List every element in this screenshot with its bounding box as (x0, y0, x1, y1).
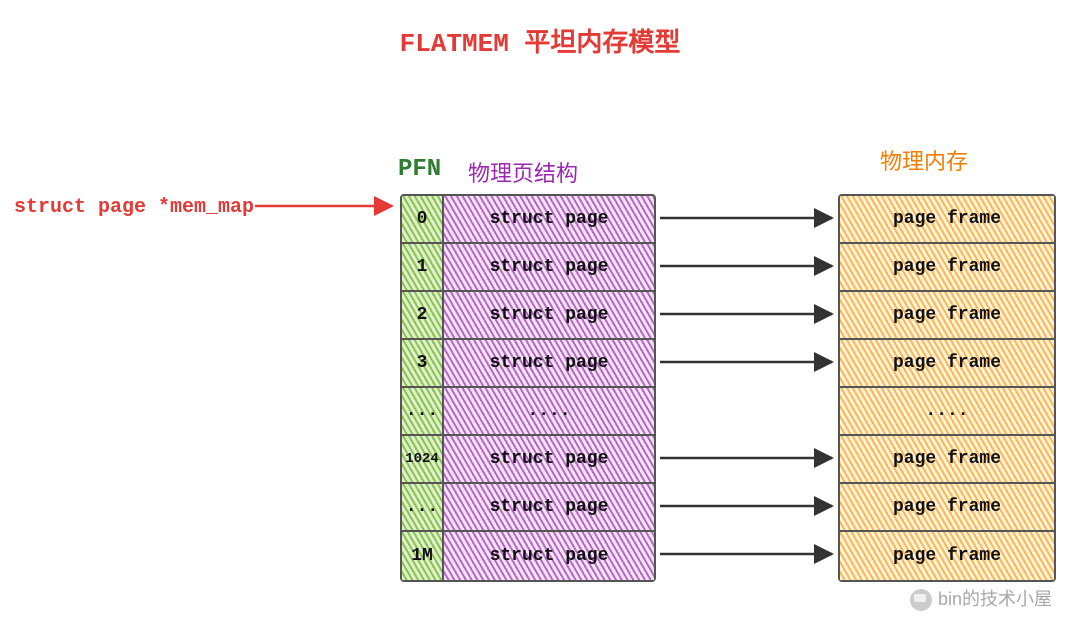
table-row: .... (840, 388, 1054, 436)
table-row: ...struct page (402, 484, 654, 532)
pfn-cell: 2 (402, 292, 444, 340)
page-frame-cell: page frame (840, 532, 1054, 580)
page-frame-cell: page frame (840, 244, 1054, 292)
pfn-cell: 0 (402, 196, 444, 244)
pfn-cell: 1M (402, 532, 444, 580)
pfn-cell: ... (402, 484, 444, 532)
struct-page-cell: .... (444, 388, 654, 436)
page-frame-cell: page frame (840, 292, 1054, 340)
page-frame-cell: page frame (840, 436, 1054, 484)
table-row: 1struct page (402, 244, 654, 292)
page-frame-cell: .... (840, 388, 1054, 436)
pfn-cell: 1 (402, 244, 444, 292)
pfn-cell: ... (402, 388, 444, 436)
struct-page-cell: struct page (444, 436, 654, 484)
page-frame-cell: page frame (840, 196, 1054, 244)
table-row: 2struct page (402, 292, 654, 340)
table-row: page frame (840, 436, 1054, 484)
table-row: page frame (840, 244, 1054, 292)
column-header-memory: 物理内存 (880, 144, 968, 176)
page-frame-cell: page frame (840, 340, 1054, 388)
table-row: page frame (840, 196, 1054, 244)
diagram-title: FLATMEM 平坦内存模型 (400, 22, 681, 59)
table-row: 1024struct page (402, 436, 654, 484)
table-row: 3struct page (402, 340, 654, 388)
wechat-icon (910, 589, 932, 611)
table-row: 1Mstruct page (402, 532, 654, 580)
column-header-struct: 物理页结构 (468, 156, 578, 188)
table-row: ....... (402, 388, 654, 436)
page-frame-cell: page frame (840, 484, 1054, 532)
watermark: bin的技术小屋 (910, 585, 1052, 611)
struct-page-cell: struct page (444, 340, 654, 388)
table-row: page frame (840, 484, 1054, 532)
struct-page-cell: struct page (444, 532, 654, 580)
column-header-pfn: PFN (398, 156, 441, 183)
table-row: page frame (840, 340, 1054, 388)
table-row: 0struct page (402, 196, 654, 244)
physical-memory-table: page framepage framepage framepage frame… (838, 194, 1056, 582)
struct-page-cell: struct page (444, 292, 654, 340)
mem-map-array-table: 0struct page1struct page2struct page3str… (400, 194, 656, 582)
pfn-cell: 1024 (402, 436, 444, 484)
pfn-cell: 3 (402, 340, 444, 388)
struct-page-cell: struct page (444, 244, 654, 292)
table-row: page frame (840, 532, 1054, 580)
struct-page-cell: struct page (444, 484, 654, 532)
struct-page-cell: struct page (444, 196, 654, 244)
mem-map-pointer-label: struct page *mem_map (14, 196, 254, 219)
table-row: page frame (840, 292, 1054, 340)
